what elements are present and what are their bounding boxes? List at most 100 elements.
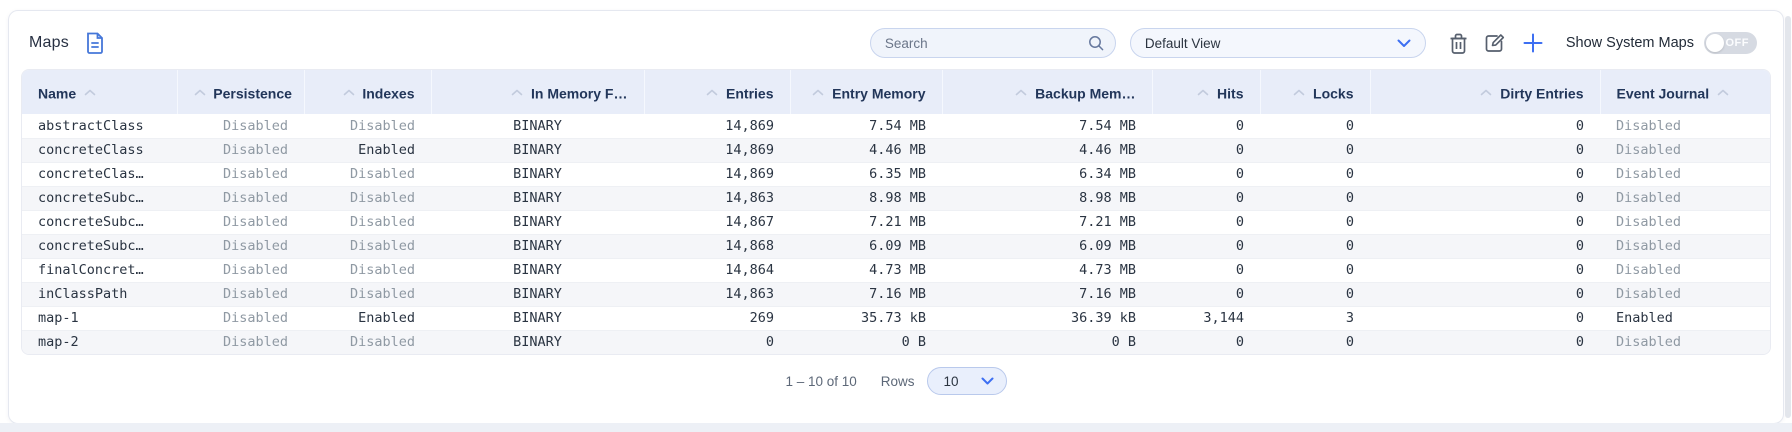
cell-format: BINARY <box>431 114 644 138</box>
sort-up-icon <box>84 83 96 99</box>
view-select-value: Default View <box>1145 36 1221 51</box>
cell-entries: 14,867 <box>644 210 790 234</box>
table-row[interactable]: concreteClass Disabled EnabledBINARY14,869… <box>22 138 1771 162</box>
cell-backup_memory: 7.54 MB <box>942 114 1152 138</box>
show-system-maps-toggle[interactable]: OFF <box>1704 32 1757 54</box>
scrollbar[interactable] <box>1785 16 1791 418</box>
sort-up-icon <box>812 83 824 99</box>
cell-locks: 0 <box>1260 258 1370 282</box>
cell-dirty_entries: 0 <box>1370 258 1600 282</box>
cell-dirty_entries: 0 <box>1370 306 1600 330</box>
cell-indexes: Enabled <box>304 138 431 162</box>
header-row: Name Persistence Indexes In Memory F… En… <box>22 70 1771 114</box>
view-select[interactable]: Default View <box>1130 28 1426 58</box>
table-row[interactable]: abstractClassDisabledDisabledBINARY14,86… <box>22 114 1771 138</box>
cell-event_journal: Disabled <box>1600 138 1771 162</box>
table-row[interactable]: concreteClas…DisabledDisabledBINARY14,86… <box>22 162 1771 186</box>
column-header-entry_memory[interactable]: Entry Memory <box>790 70 942 114</box>
pagination: 1 – 10 of 10 Rows 10 <box>9 366 1783 396</box>
cell-entries: 14,864 <box>644 258 790 282</box>
column-header-locks[interactable]: Locks <box>1260 70 1370 114</box>
cell-backup_memory: 7.21 MB <box>942 210 1152 234</box>
cell-indexes: Disabled <box>304 330 431 354</box>
cell-entry_memory: 7.54 MB <box>790 114 942 138</box>
cell-entries: 14,869 <box>644 138 790 162</box>
table-row[interactable]: concreteSubc…DisabledDisabledBINARY14,86… <box>22 186 1771 210</box>
cell-name: concreteSubc… <box>22 210 177 234</box>
cell-locks: 0 <box>1260 282 1370 306</box>
cell-entries: 14,863 <box>644 282 790 306</box>
sort-up-icon <box>1480 83 1492 99</box>
table-row[interactable]: concreteSubc…DisabledDisabledBINARY14,86… <box>22 210 1771 234</box>
cell-indexes: Disabled <box>304 258 431 282</box>
cell-name: finalConcret… <box>22 258 177 282</box>
cell-indexes: Disabled <box>304 210 431 234</box>
add-view-button[interactable] <box>1522 32 1544 54</box>
cell-locks: 0 <box>1260 186 1370 210</box>
cell-indexes: Enabled <box>304 306 431 330</box>
cell-backup_memory: 4.73 MB <box>942 258 1152 282</box>
edit-view-button[interactable] <box>1483 32 1506 55</box>
column-header-indexes[interactable]: Indexes <box>304 70 431 114</box>
cell-entry_memory: 35.73 kB <box>790 306 942 330</box>
cell-entry_memory: 4.46 MB <box>790 138 942 162</box>
toolbar: Maps Defau <box>9 11 1783 69</box>
cell-event_journal: Disabled <box>1600 330 1771 354</box>
column-header-hits[interactable]: Hits <box>1152 70 1260 114</box>
table-row[interactable]: map-1DisabledEnabledBINARY26935.73 kB36.… <box>22 306 1771 330</box>
chevron-down-icon <box>1397 39 1411 48</box>
cell-event_journal: Disabled <box>1600 186 1771 210</box>
column-header-persistence[interactable]: Persistence <box>177 70 304 114</box>
edit-icon <box>1483 32 1506 55</box>
cell-locks: 0 <box>1260 162 1370 186</box>
table-row[interactable]: concreteSubc…DisabledDisabledBINARY14,86… <box>22 234 1771 258</box>
cell-locks: 0 <box>1260 138 1370 162</box>
search-input[interactable] <box>885 36 1087 51</box>
sort-up-icon <box>706 83 718 99</box>
sort-up-icon <box>1015 83 1027 99</box>
column-header-event_journal[interactable]: Event Journal <box>1600 70 1771 114</box>
cell-event_journal: Disabled <box>1600 114 1771 138</box>
cell-format: BINARY <box>431 138 644 162</box>
toggle-knob <box>1706 34 1724 52</box>
cell-entries: 14,869 <box>644 162 790 186</box>
cell-hits: 0 <box>1152 210 1260 234</box>
cell-indexes: Disabled <box>304 162 431 186</box>
table-row[interactable]: map-2DisabledDisabledBINARY00 B0 B000Dis… <box>22 330 1771 354</box>
cell-dirty_entries: 0 <box>1370 162 1600 186</box>
delete-view-button[interactable] <box>1448 32 1469 55</box>
chevron-down-icon <box>981 377 994 385</box>
trash-icon <box>1448 32 1469 55</box>
column-header-dirty_entries[interactable]: Dirty Entries <box>1370 70 1600 114</box>
cell-entry_memory: 7.16 MB <box>790 282 942 306</box>
table-row[interactable]: finalConcret…DisabledDisabledBINARY14,86… <box>22 258 1771 282</box>
table-row[interactable]: inClassPathDisabledDisabledBINARY14,8637… <box>22 282 1771 306</box>
cell-dirty_entries: 0 <box>1370 210 1600 234</box>
cell-dirty_entries: 0 <box>1370 138 1600 162</box>
column-header-backup_memory[interactable]: Backup Mem… <box>942 70 1152 114</box>
cell-name: inClassPath <box>22 282 177 306</box>
sort-up-icon <box>1717 83 1729 99</box>
cell-name: concreteSubc… <box>22 234 177 258</box>
cell-backup_memory: 6.09 MB <box>942 234 1152 258</box>
column-header-name[interactable]: Name <box>22 70 177 114</box>
cell-entry_memory: 6.35 MB <box>790 162 942 186</box>
cell-format: BINARY <box>431 282 644 306</box>
cell-backup_memory: 4.46 MB <box>942 138 1152 162</box>
cell-persistence: Disabled <box>177 330 304 354</box>
plus-icon <box>1522 32 1544 54</box>
sort-up-icon <box>511 83 523 99</box>
cell-name: concreteClass <box>22 138 177 162</box>
cell-dirty_entries: 0 <box>1370 330 1600 354</box>
cell-name: map-2 <box>22 330 177 354</box>
rows-per-page-select[interactable]: 10 <box>927 367 1007 395</box>
cell-hits: 0 <box>1152 114 1260 138</box>
cell-persistence: Disabled <box>177 186 304 210</box>
sort-up-icon <box>343 83 355 99</box>
cell-event_journal: Enabled <box>1600 306 1771 330</box>
column-header-entries[interactable]: Entries <box>644 70 790 114</box>
cell-entries: 14,863 <box>644 186 790 210</box>
column-header-format[interactable]: In Memory F… <box>431 70 644 114</box>
cell-entries: 0 <box>644 330 790 354</box>
cell-hits: 0 <box>1152 234 1260 258</box>
